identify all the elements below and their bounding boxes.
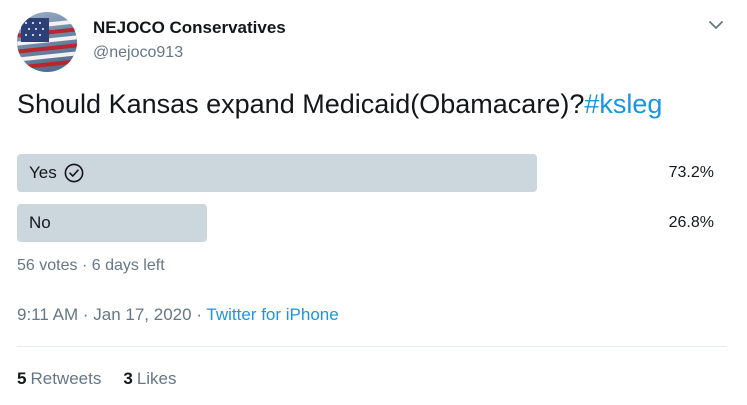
user-handle[interactable]: @nejoco913 xyxy=(93,44,183,62)
check-circle-icon xyxy=(64,163,84,183)
display-name[interactable]: NEJOCO Conservatives xyxy=(93,18,286,38)
chevron-down-icon[interactable] xyxy=(706,15,726,35)
avatar[interactable] xyxy=(17,12,77,72)
tweet-stats: 5 Retweets 3 Likes xyxy=(17,369,177,389)
tweet-text: Should Kansas expand Medicaid(Obamacare)… xyxy=(17,89,662,120)
time-left: 6 days left xyxy=(91,257,165,274)
poll-percent: 26.8% xyxy=(668,214,714,231)
separator: · xyxy=(196,305,202,324)
hashtag-link[interactable]: #ksleg xyxy=(584,89,662,119)
poll-meta: 56 votes · 6 days left xyxy=(17,257,165,275)
poll-option-label: No xyxy=(29,213,51,232)
poll-option-label: Yes xyxy=(29,163,57,182)
retweets-count: 5 xyxy=(17,369,27,388)
divider xyxy=(17,346,727,347)
likes-stat[interactable]: 3 Likes xyxy=(123,369,176,389)
poll-option-no: No 26.8% xyxy=(17,204,717,242)
poll-option-yes: Yes 73.2% xyxy=(17,154,717,192)
separator: · xyxy=(81,257,88,274)
tweet-body: Should Kansas expand Medicaid(Obamacare)… xyxy=(17,89,585,119)
separator: · xyxy=(82,305,89,324)
likes-label: Likes xyxy=(136,369,177,388)
poll-bar-yes xyxy=(17,154,537,192)
tweet-timestamp: 9:11 AM · Jan 17, 2020 · Twitter for iPh… xyxy=(17,305,339,325)
tweet-time[interactable]: 9:11 AM xyxy=(17,305,78,324)
tweet-date[interactable]: Jan 17, 2020 xyxy=(93,305,191,324)
source-link[interactable]: Twitter for iPhone xyxy=(206,305,338,324)
poll-percent: 73.2% xyxy=(668,164,714,181)
retweets-label: Retweets xyxy=(30,369,102,388)
likes-count: 3 xyxy=(123,369,133,388)
retweets-stat[interactable]: 5 Retweets xyxy=(17,369,101,389)
vote-count: 56 votes xyxy=(17,257,78,274)
